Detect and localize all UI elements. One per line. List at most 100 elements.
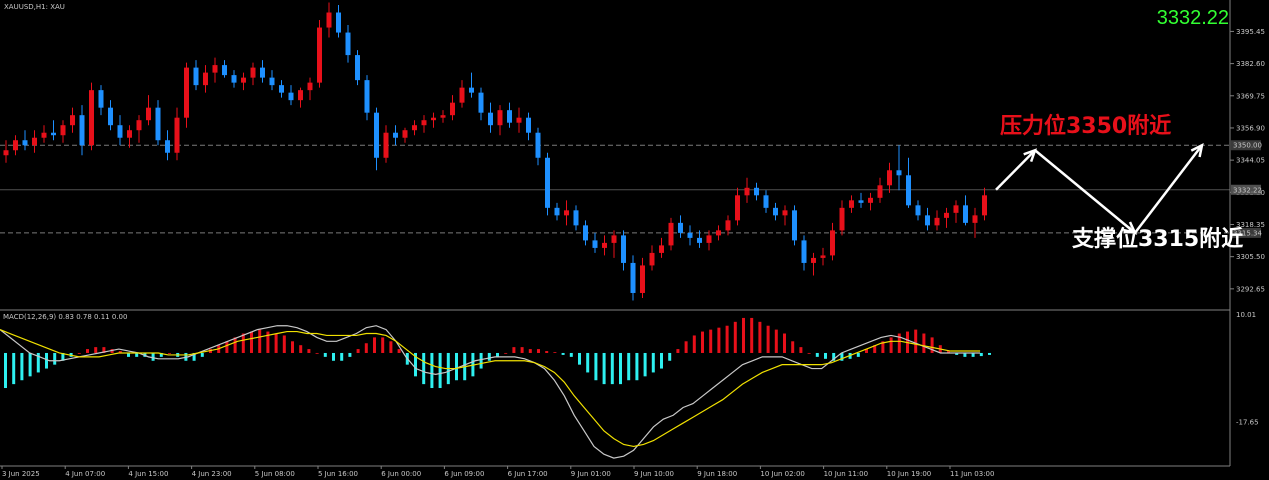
candle-body <box>896 170 902 176</box>
candle <box>51 120 56 141</box>
candle-body <box>735 195 740 221</box>
candle <box>203 65 208 93</box>
time-tick-label: 11 Jun 03:00 <box>950 470 994 478</box>
time-tick-label: 3 Jun 2025 <box>2 470 40 478</box>
candle-body <box>345 32 351 56</box>
forecast-arrows <box>995 142 1204 235</box>
candle <box>127 125 132 148</box>
macd-tick-label: -17.65 <box>1236 419 1259 427</box>
time-tick-label: 9 Jun 18:00 <box>697 470 737 478</box>
candle <box>554 202 560 221</box>
macd-bar <box>12 352 16 385</box>
candle-body <box>250 67 256 78</box>
candle-body <box>469 87 474 93</box>
candle-body <box>222 65 227 76</box>
candle-body <box>364 80 370 113</box>
candle <box>820 247 826 266</box>
candle <box>279 80 284 98</box>
candle-body <box>431 117 436 121</box>
candle-body <box>51 132 56 136</box>
candle-body <box>687 232 693 238</box>
candle-body <box>849 200 854 208</box>
candle-body <box>754 187 759 196</box>
candle-body <box>592 240 598 248</box>
candle-body <box>564 210 569 216</box>
macd-pane[interactable]: 10.01 -17.65 <box>0 311 1259 459</box>
candle-body <box>887 170 892 186</box>
macd-title: MACD(12,26,9) 0.83 0.78 0.11 0.00 <box>3 313 127 321</box>
candle <box>583 220 588 246</box>
candle-body <box>630 262 636 293</box>
candle <box>915 200 921 221</box>
candle <box>89 82 94 151</box>
candle-body <box>868 197 873 203</box>
macd-bar <box>733 321 737 353</box>
candle <box>602 235 607 256</box>
time-tick-label: 4 Jun 23:00 <box>192 470 232 478</box>
candle <box>269 70 275 91</box>
macd-bar <box>709 329 713 353</box>
macd-bar <box>553 352 557 353</box>
candle <box>811 252 816 276</box>
candle <box>431 112 436 128</box>
macd-bar <box>742 317 745 353</box>
arrow-segment <box>995 149 1036 191</box>
candle <box>782 205 788 226</box>
macd-bar <box>364 343 368 353</box>
candle-body <box>32 137 37 146</box>
candle-body <box>203 72 208 86</box>
resistance-annotation: 压力位3350附近 <box>1000 113 1171 139</box>
candle <box>402 127 408 143</box>
candle-body <box>915 205 921 216</box>
candle-body <box>744 187 750 196</box>
candle-body <box>374 112 379 158</box>
candle-body <box>241 77 246 83</box>
candle <box>478 87 484 121</box>
candle-body <box>497 110 503 126</box>
candle-body <box>811 257 816 263</box>
candle <box>801 235 807 271</box>
candle <box>877 177 883 203</box>
trading-chart[interactable]: 3395.453382.603369.753356.903344.053331.… <box>0 0 1269 480</box>
candle-body <box>184 67 189 118</box>
candle-body <box>725 220 731 231</box>
macd-bar <box>979 352 983 357</box>
candle <box>364 75 370 121</box>
macd-bar <box>274 333 278 353</box>
candle-body <box>640 265 645 293</box>
macd-bar <box>94 347 98 353</box>
macd-bar <box>725 325 729 353</box>
candle <box>735 187 740 226</box>
candle <box>564 200 569 226</box>
candle <box>744 177 750 203</box>
candle-body <box>573 210 579 226</box>
candle <box>241 72 246 91</box>
candle <box>288 85 294 106</box>
candle-body <box>393 132 398 138</box>
candle <box>79 105 85 156</box>
macd-bar <box>332 352 335 361</box>
candle-body <box>298 90 303 101</box>
candle <box>649 245 655 271</box>
macd-axis: 10.01 -17.65 <box>1236 311 1259 427</box>
candle <box>250 62 256 86</box>
macd-bar <box>692 335 696 353</box>
candle <box>440 110 446 123</box>
time-tick-label: 10 Jun 11:00 <box>824 470 868 478</box>
candle-body <box>982 195 987 216</box>
candle-body <box>383 132 389 158</box>
candle-body <box>972 215 978 223</box>
price-axis: 3395.453382.603369.753356.903344.053331.… <box>1230 28 1265 293</box>
candle-body <box>763 195 769 208</box>
candle <box>763 190 769 213</box>
candlestick-series <box>3 2 987 301</box>
candle-body <box>925 215 930 226</box>
time-tick-label: 5 Jun 16:00 <box>318 470 358 478</box>
time-axis: 3 Jun 2025 4 Jun 07:00 4 Jun 15:00 4 Jun 23… <box>1 466 994 478</box>
candle <box>611 230 617 258</box>
candle <box>668 217 674 251</box>
price-pane[interactable]: 3395.453382.603369.753356.903344.053331.… <box>0 2 1265 301</box>
macd-bar <box>766 325 770 353</box>
candle-body <box>269 77 275 86</box>
candle <box>355 50 360 86</box>
